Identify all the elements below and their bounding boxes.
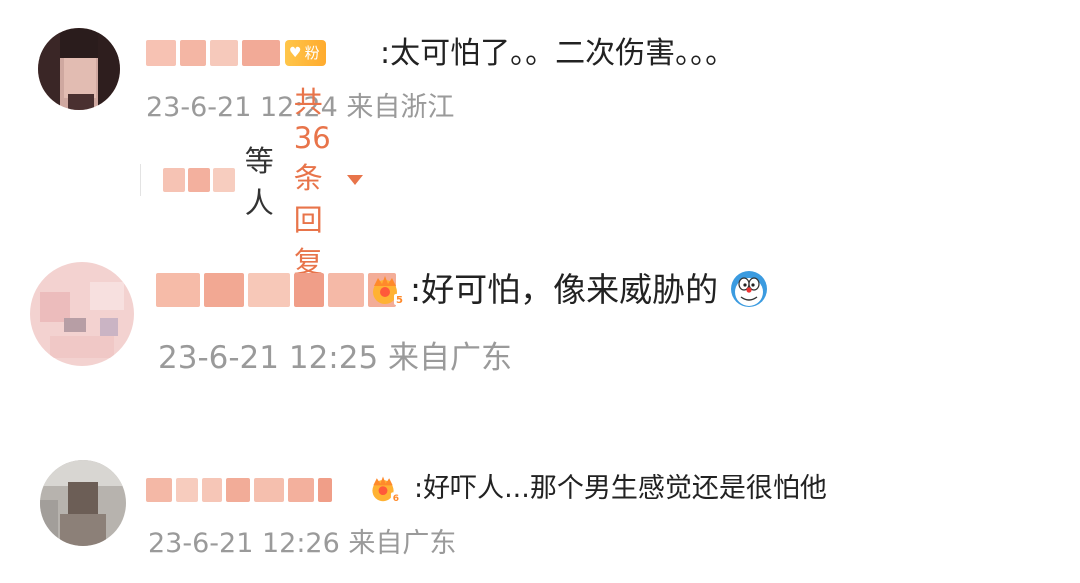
- doraemon-emoji-icon: [730, 271, 767, 307]
- comment-time: 23-6-21 12:26: [148, 528, 340, 559]
- reply-username-blurred[interactable]: [162, 168, 235, 192]
- comment-text: :好吓人...那个男生感觉还是很怕他: [414, 473, 827, 504]
- avatar[interactable]: [38, 28, 120, 110]
- username-blurred[interactable]: [146, 38, 280, 68]
- username-blurred[interactable]: [156, 270, 396, 310]
- crown-badge[interactable]: 6: [366, 472, 400, 504]
- comment-text: :太可怕了。。二次伤害。。。: [380, 36, 736, 71]
- replies-suffix: 等人: [244, 144, 274, 220]
- divider: [140, 164, 141, 196]
- comment-time: 23-6-21 12:25: [158, 340, 379, 376]
- avatar[interactable]: [30, 262, 134, 366]
- comment-text: :好可怕，像来威胁的: [410, 270, 719, 309]
- username-blurred[interactable]: [146, 474, 332, 506]
- badge-level: 5: [396, 295, 403, 306]
- comment-location: 来自广东: [348, 528, 457, 559]
- avatar[interactable]: [40, 460, 126, 546]
- fan-badge[interactable]: ♥ 金粉1: [285, 18, 326, 88]
- comment-location: 来自浙江: [346, 92, 455, 123]
- crown-badge[interactable]: 5: [366, 272, 404, 306]
- heart-icon: ♥: [289, 45, 302, 61]
- comment-location: 来自广东: [388, 340, 513, 376]
- replies-row: 等人 共36条回复: [140, 85, 363, 279]
- view-replies-link[interactable]: 共36条回复: [294, 79, 333, 281]
- badge-level: 6: [392, 494, 399, 504]
- chevron-down-icon[interactable]: [346, 175, 363, 185]
